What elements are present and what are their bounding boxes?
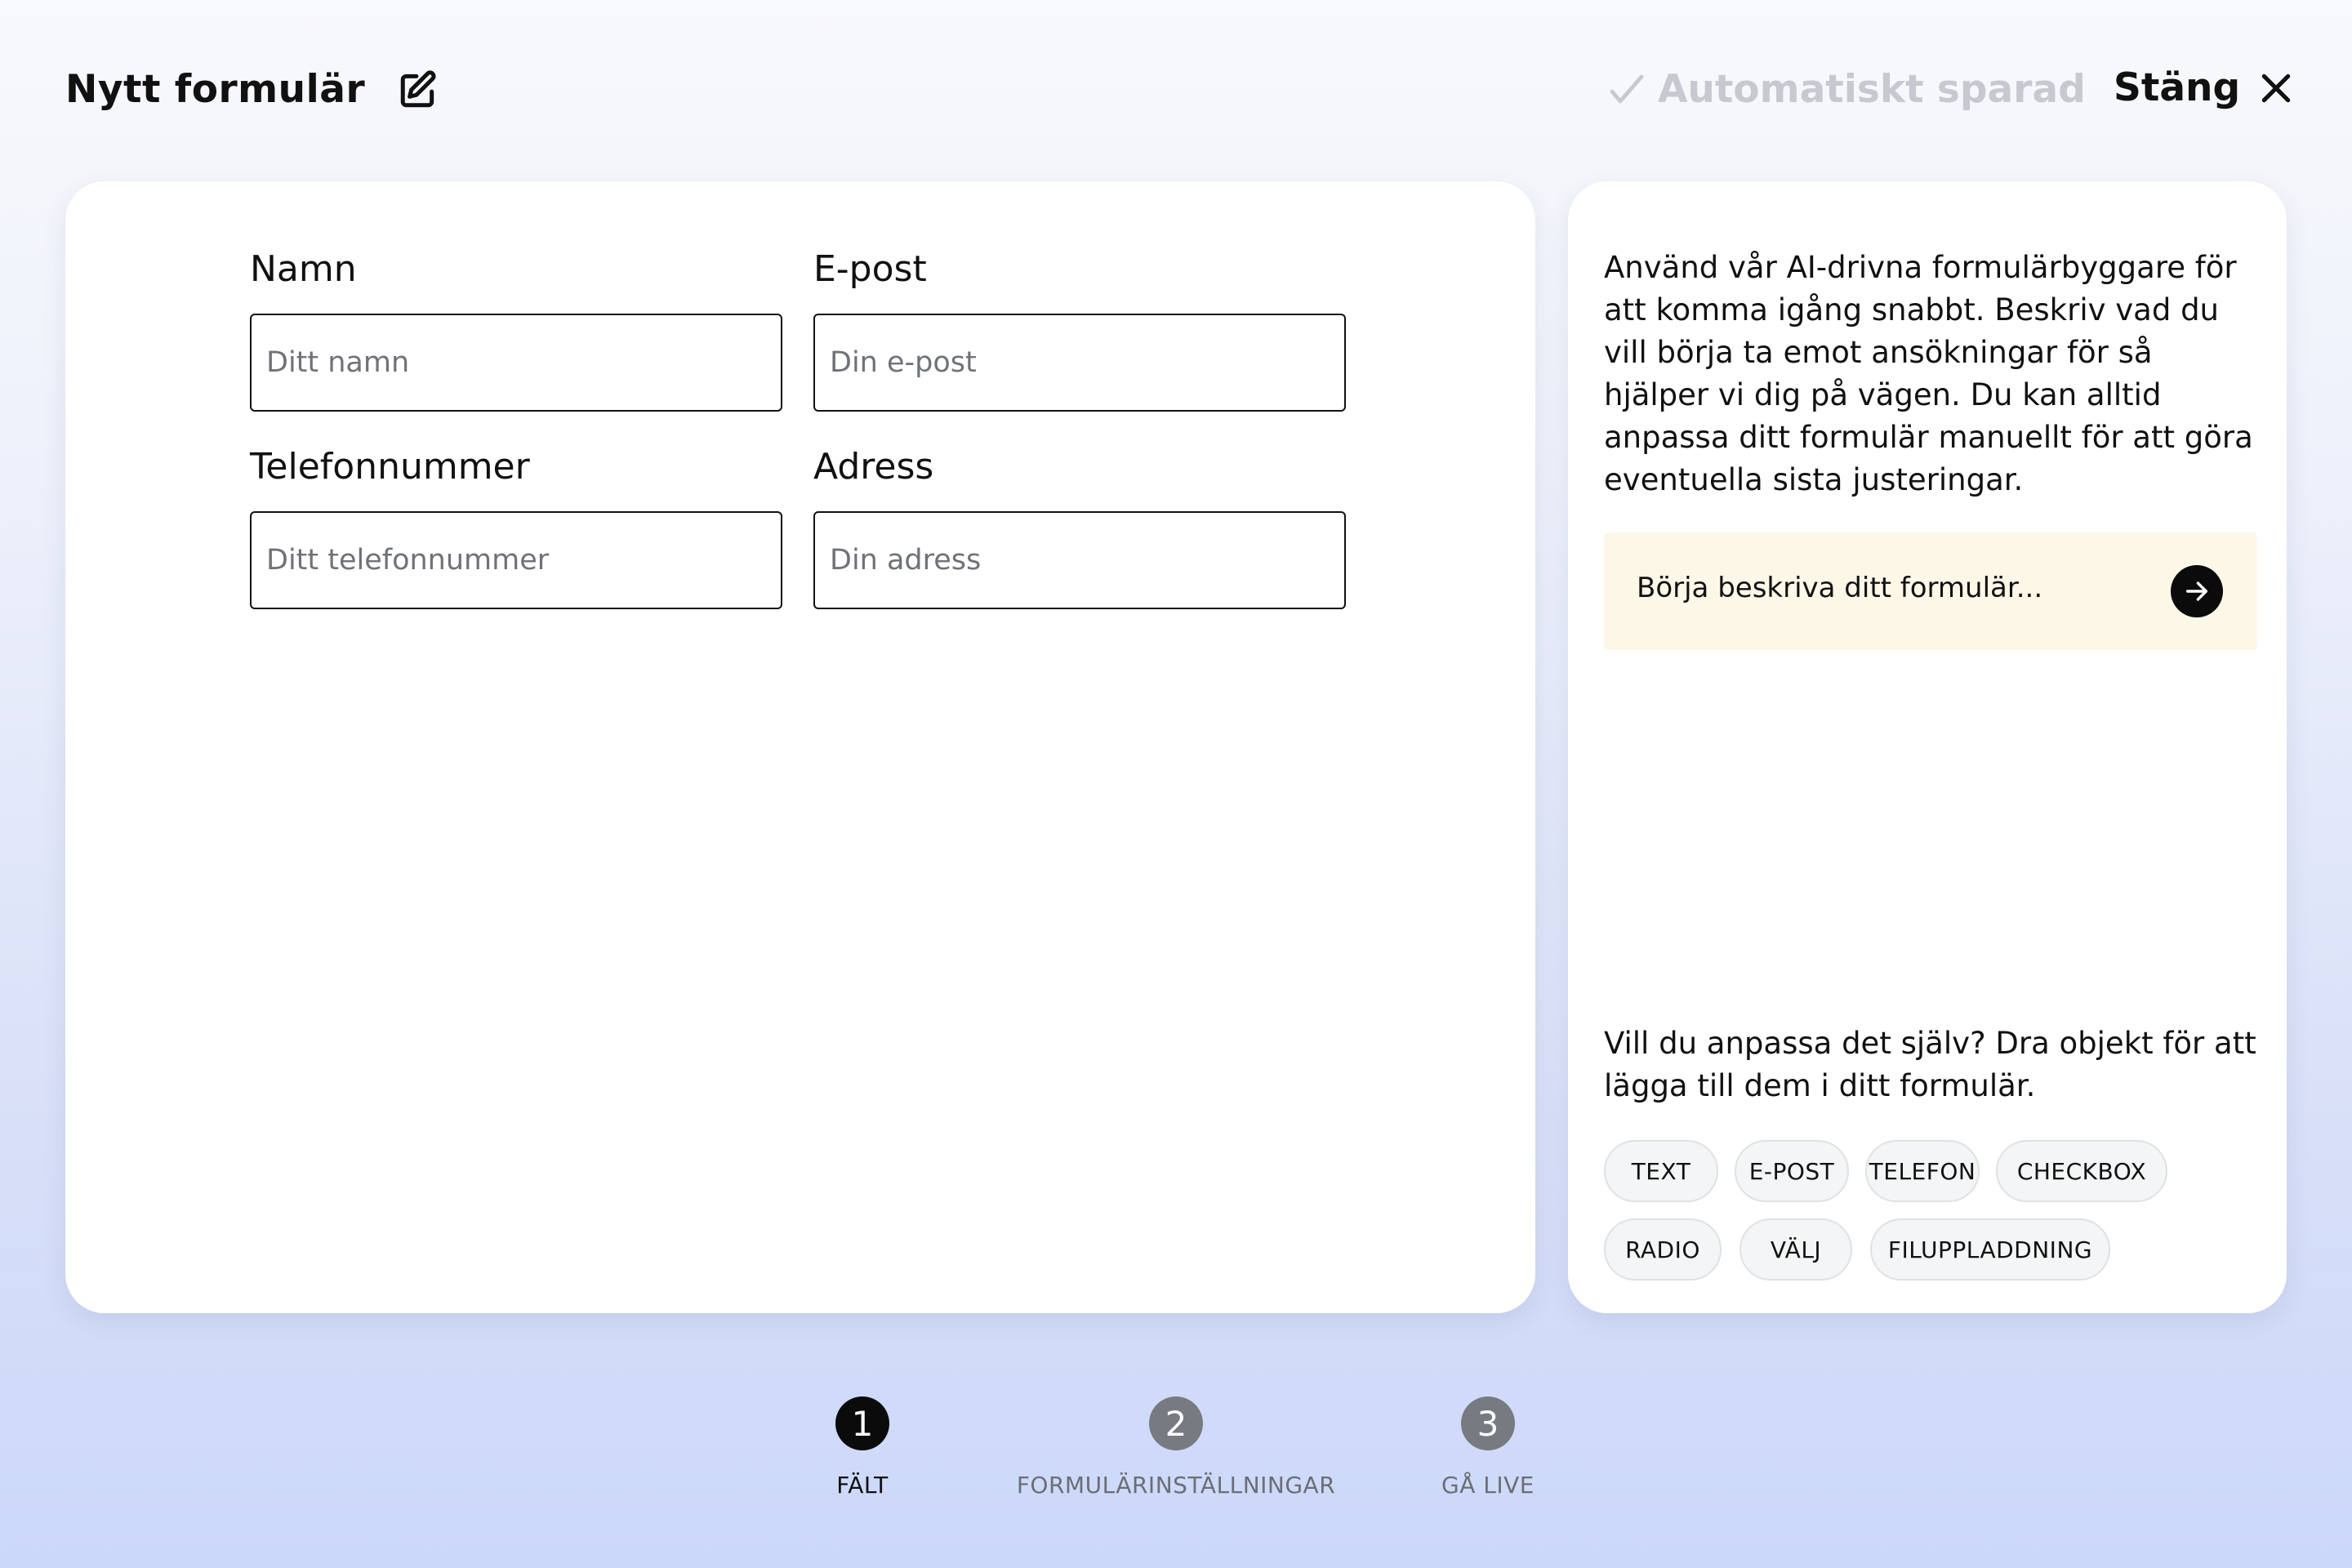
name-input[interactable] xyxy=(250,314,782,412)
chip-select[interactable]: VÄLJ xyxy=(1740,1218,1852,1281)
step-number: 3 xyxy=(1461,1396,1515,1450)
chip-phone[interactable]: TELEFON xyxy=(1865,1140,1980,1202)
close-icon xyxy=(2258,70,2294,106)
close-label: Stäng xyxy=(2114,65,2241,110)
step-number: 1 xyxy=(835,1396,889,1450)
field-label: E-post xyxy=(813,248,927,290)
field-label: Adress xyxy=(813,446,934,488)
form-title: Nytt formulär xyxy=(65,67,366,112)
autosave-status: Automatiskt sparad xyxy=(1658,67,2086,112)
close-button[interactable]: Stäng xyxy=(2114,65,2294,110)
edit-icon[interactable] xyxy=(398,69,439,110)
ai-builder-panel: Använd vår AI-drivna formulärbyggare för… xyxy=(1568,181,2287,1313)
chip-file-upload[interactable]: FILUPPLADDNING xyxy=(1870,1218,2110,1281)
step-number: 2 xyxy=(1149,1396,1203,1450)
address-input[interactable] xyxy=(813,511,1346,609)
autosave-indicator: Automatiskt sparad xyxy=(1607,67,2086,112)
prompt-placeholder: Börja beskriva ditt formulär... xyxy=(1637,572,2043,604)
top-bar: Nytt formulär Automatiskt sparad Stäng xyxy=(0,0,2352,183)
check-icon xyxy=(1607,70,1646,109)
field-email: E-post xyxy=(813,247,1346,412)
field-label: Telefonnummer xyxy=(250,446,530,488)
step-label: GÅ LIVE xyxy=(1441,1472,1535,1499)
chip-checkbox[interactable]: CHECKBOX xyxy=(1996,1140,2167,1202)
arrow-right-icon xyxy=(2183,577,2211,605)
ai-prompt-input[interactable]: Börja beskriva ditt formulär... xyxy=(1604,532,2257,650)
chip-text[interactable]: TEXT xyxy=(1604,1140,1718,1202)
field-address: Adress xyxy=(813,444,1346,609)
ai-intro-text: Använd vår AI-drivna formulärbyggare för… xyxy=(1604,250,2253,497)
step-label: FORMULÄRINSTÄLLNINGAR xyxy=(1016,1472,1336,1499)
phone-input[interactable] xyxy=(250,511,782,609)
step-fields[interactable]: 1 FÄLT xyxy=(691,1396,1034,1499)
step-form-settings[interactable]: 2 FORMULÄRINSTÄLLNINGAR xyxy=(1004,1396,1348,1499)
form-canvas: Namn E-post Telefonnummer Adress xyxy=(65,181,1535,1313)
chip-email[interactable]: E-POST xyxy=(1735,1140,1849,1202)
email-input[interactable] xyxy=(813,314,1346,412)
field-phone: Telefonnummer xyxy=(250,444,782,609)
drag-hint-text: Vill du anpassa det själv? Dra objekt fö… xyxy=(1604,1026,2256,1103)
send-prompt-button[interactable] xyxy=(2171,565,2223,617)
step-label: FÄLT xyxy=(836,1472,889,1499)
step-go-live[interactable]: 3 GÅ LIVE xyxy=(1316,1396,1659,1499)
chip-radio[interactable]: RADIO xyxy=(1604,1218,1722,1281)
field-label: Namn xyxy=(250,248,357,290)
form-title-group: Nytt formulär xyxy=(65,67,439,112)
field-name: Namn xyxy=(250,247,782,412)
